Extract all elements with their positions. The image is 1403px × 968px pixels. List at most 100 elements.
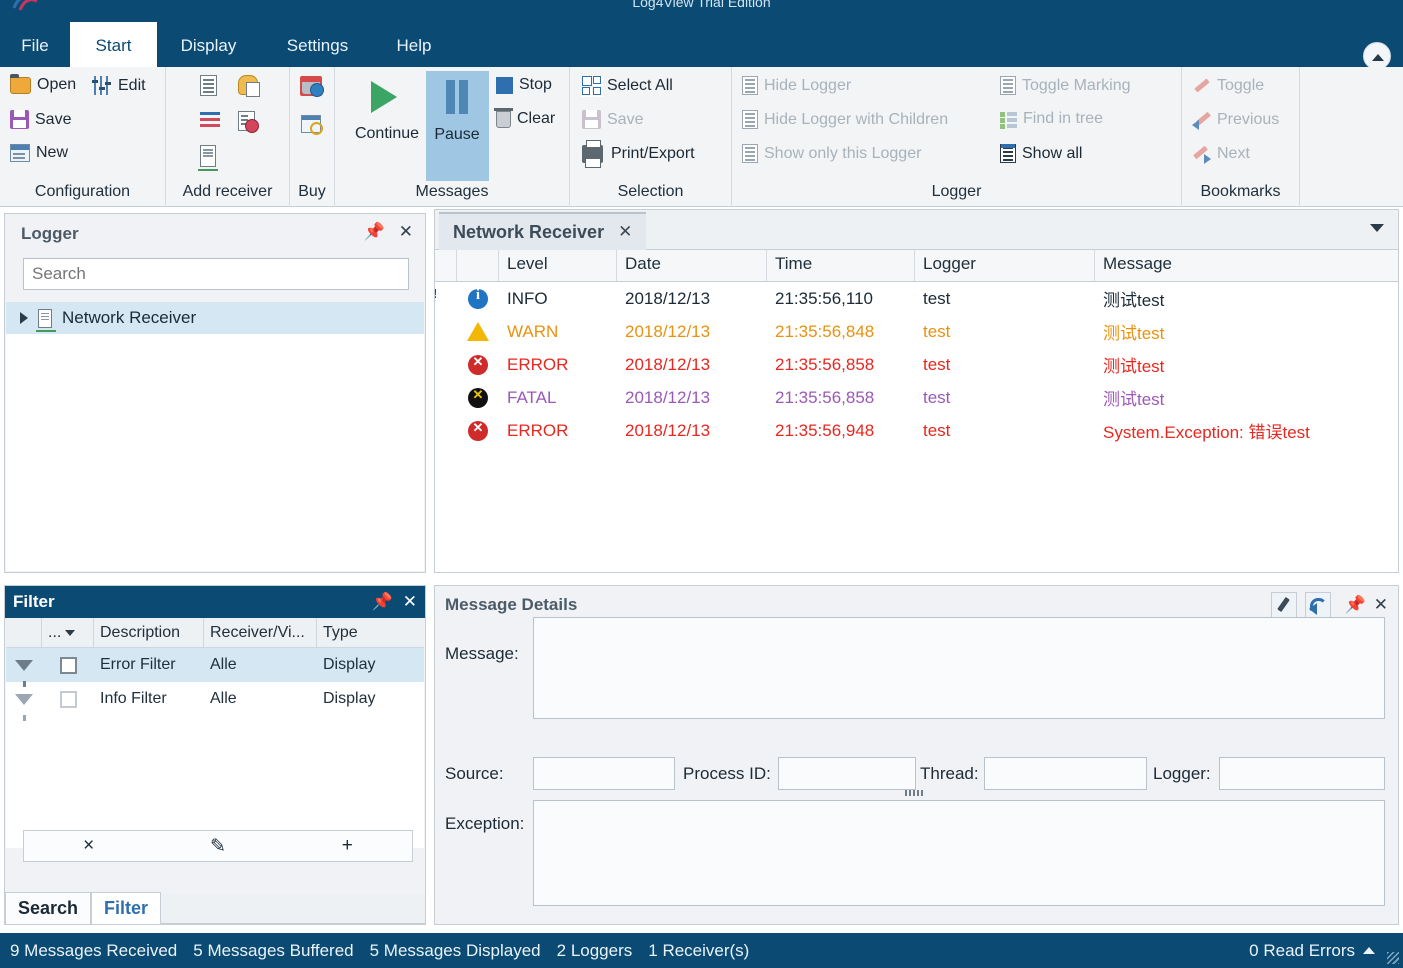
chevron-up-circle-icon[interactable] [1363,42,1391,70]
undo-icon[interactable] [1304,592,1331,618]
print-export-button[interactable]: Print/Export [582,140,695,168]
filter-col-enabled[interactable]: ... [42,618,94,647]
select-all-button[interactable]: Select All [582,76,673,95]
grid-col-time[interactable]: Time [767,250,915,281]
continue-button[interactable]: Continue [355,81,419,142]
chevron-right-icon[interactable] [20,312,28,324]
clear-button[interactable]: Clear [494,107,555,128]
source-field-label: Source: [445,764,504,783]
pause-button[interactable]: Pause [432,80,480,143]
enter-license-button[interactable] [301,115,323,135]
grid-col-level-icon [457,250,499,281]
add-stripes-receiver-button[interactable] [200,111,220,129]
hide-logger-children-button: Hide Logger with Children [742,110,948,129]
row-time: 21:35:56,858 [775,387,875,407]
ribbon-new-config-button[interactable]: New [10,144,68,162]
tab-start[interactable]: Start [70,22,157,67]
row-logger: test [923,354,951,374]
stop-button[interactable]: Stop [496,76,552,94]
filter-row[interactable]: Error Filter Alle Display [6,648,424,687]
grid-col-message[interactable]: Message [1095,250,1398,281]
filter-enabled-checkbox[interactable] [59,656,77,674]
close-icon[interactable]: ✕ [618,222,632,242]
buy-online-button[interactable] [300,76,324,97]
table-row[interactable]: ERROR 2018/12/13 21:35:56,858 test 测试tes… [435,348,1398,381]
tab-display[interactable]: Display [161,22,256,67]
ribbon-open-label: Open [37,76,77,93]
find-in-tree-button: Find in tree [1000,110,1103,128]
table-row[interactable]: INFO 2018/12/13 21:35:56,110 test 测试test [435,282,1398,315]
close-icon[interactable]: ✕ [399,222,413,242]
message-details-panel: Message Details 📌 ✕ Message: Source: Pro… [434,585,1399,925]
ribbon-edit-button[interactable]: Edit [92,76,146,95]
pause-icon [444,80,470,114]
pin-icon[interactable]: 📌 [372,592,393,612]
logger-field[interactable] [1219,757,1385,790]
delete-filter-button[interactable]: × [24,831,153,861]
ribbon-open-button[interactable]: Open [10,73,77,94]
tab-file[interactable]: File [4,22,66,67]
close-icon[interactable]: ✕ [403,592,417,612]
tab-settings[interactable]: Settings [260,22,375,67]
grid-col-date[interactable]: Date [617,250,767,281]
close-icon[interactable]: ✕ [1374,595,1388,615]
row-logger: test [923,387,951,407]
row-logger: test [923,420,951,440]
wrench-icon[interactable] [1270,592,1297,618]
grid-col-level[interactable]: Level [499,250,617,281]
ribbon-group-label-logger: Logger [931,183,982,200]
ribbon-save-config-button[interactable]: Save [10,110,71,129]
document-tab-network-receiver[interactable]: Network Receiver ✕ [439,212,647,250]
message-grid-header: Level Date Time Logger Message [435,250,1398,282]
filter-col-receiver: Receiver/Vi... [204,618,317,647]
ribbon-group-configuration: Open Edit Save New Configuration [0,67,166,207]
add-xml-receiver-button[interactable] [238,111,259,133]
tab-search[interactable]: Search [5,892,92,924]
tab-filter[interactable]: Filter [91,892,162,924]
exception-field-label: Exception: [445,814,525,833]
chevron-up-icon[interactable] [1363,947,1375,954]
table-row[interactable]: WARN 2018/12/13 21:35:56,848 test 测试test [435,315,1398,348]
ribbon-group-label-buy: Buy [298,183,326,200]
table-row[interactable]: FATAL 2018/12/13 21:35:56,858 test 测试tes… [435,381,1398,414]
ribbon-save-config-label: Save [35,110,72,128]
logger-tree-item-network-receiver[interactable]: Network Receiver [6,302,424,334]
thread-field[interactable] [984,757,1147,790]
stop-label: Stop [519,76,552,93]
tab-help[interactable]: Help [379,22,449,67]
add-network-receiver-button[interactable] [198,145,218,171]
list-icon [1000,76,1016,95]
license-key-icon [301,115,323,135]
filter-type: Display [323,690,376,707]
filter-enabled-checkbox[interactable] [59,690,77,708]
add-database-receiver-button[interactable] [238,75,260,97]
filter-panel-title: Filter [13,592,55,611]
chevron-down-icon[interactable] [65,629,76,636]
chevron-down-icon[interactable] [1370,224,1384,232]
logger-search-input[interactable] [23,258,409,290]
filter-description: Error Filter [100,656,176,673]
row-level: ERROR [507,420,569,440]
hide-logger-button: Hide Logger [742,76,851,95]
filter-receiver: Alle [210,656,237,673]
add-file-receiver-button[interactable] [200,75,217,96]
window-resize-grip[interactable] [1387,952,1399,964]
pin-icon[interactable]: 📌 [1345,595,1366,615]
grid-col-logger[interactable]: Logger [915,250,1095,281]
add-filter-button[interactable]: + [283,831,412,861]
message-field-label: Message: [445,644,519,663]
show-all-button[interactable]: Show all [1000,143,1082,163]
ribbon-group-label-add-receiver: Add receiver [182,183,273,200]
xml-receiver-icon [238,111,259,133]
filter-row[interactable]: Info Filter Alle Display [6,682,424,721]
message-field[interactable] [533,617,1385,719]
exception-field[interactable] [533,800,1385,906]
source-field[interactable] [533,757,675,790]
pin-icon[interactable]: 📌 [364,222,385,242]
process-id-field[interactable] [778,757,916,790]
row-date: 2018/12/13 [625,354,711,374]
edit-filter-button[interactable]: ✎ [153,831,282,861]
continue-label: Continue [354,125,420,142]
splitter-grip[interactable] [905,790,923,796]
table-row[interactable]: ERROR 2018/12/13 21:35:56,948 test Syste… [435,414,1398,447]
